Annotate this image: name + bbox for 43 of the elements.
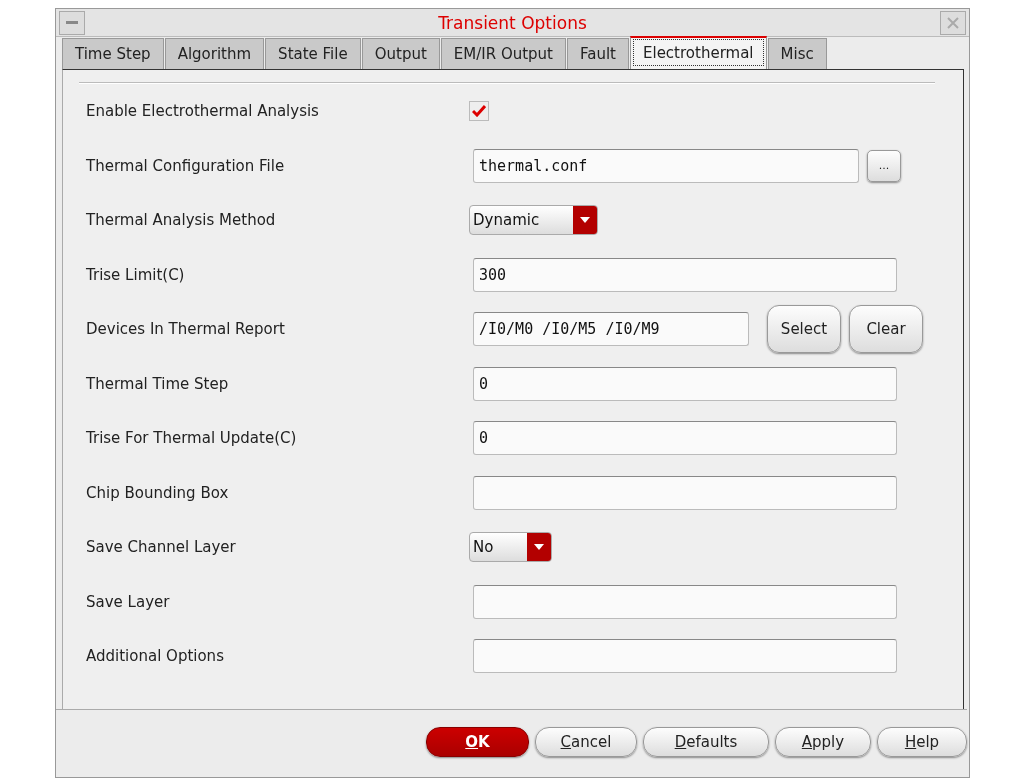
field-label: Devices In Thermal Report [85, 320, 286, 339]
window-title: Transient Options [437, 12, 588, 33]
field-label: Chip Bounding Box [85, 483, 230, 502]
field-label: Trise Limit(C) [85, 265, 186, 284]
text-field[interactable] [473, 584, 897, 619]
checkbox[interactable] [469, 101, 489, 122]
text-field[interactable]: /I0/M0 /I0/M5 /I0/M9 [473, 312, 749, 347]
dropdown[interactable]: Dynamic [469, 205, 598, 236]
tab[interactable]: EM/IR Output [440, 38, 566, 69]
tab[interactable]: Time Step [62, 38, 164, 69]
text-field[interactable]: 0 [473, 366, 897, 401]
field-label: Thermal Configuration File [85, 156, 286, 175]
text-field[interactable]: 300 [473, 257, 897, 292]
dialog-button[interactable]: Select [767, 305, 841, 354]
dropdown[interactable]: No [469, 532, 552, 563]
dialog-button[interactable]: Clear [849, 305, 923, 354]
field-label: Additional Options [85, 647, 225, 666]
tab[interactable]: Electrothermal [630, 36, 767, 69]
dialog-button[interactable]: OK [426, 727, 529, 757]
caret-icon [534, 544, 544, 551]
text-field[interactable]: 0 [473, 421, 897, 456]
tab[interactable]: Fault [567, 38, 629, 69]
tab[interactable]: State File [265, 38, 361, 69]
dialog-button[interactable]: Cancel [535, 727, 637, 757]
dialog-button[interactable]: Apply [775, 727, 871, 757]
field-label: Thermal Time Step [85, 374, 230, 393]
text-field[interactable] [473, 639, 897, 674]
field-label: Save Layer [85, 592, 171, 611]
tab[interactable]: Algorithm [164, 38, 265, 69]
field-label: Thermal Analysis Method [85, 211, 277, 230]
text-field[interactable]: thermal.conf [473, 148, 859, 183]
close-icon[interactable] [940, 10, 966, 35]
text-field[interactable] [473, 475, 897, 510]
browse-button[interactable]: ... [867, 149, 901, 182]
tab[interactable]: Misc [767, 38, 827, 69]
dialog-button[interactable]: Defaults [643, 727, 769, 757]
field-label: Save Channel Layer [85, 538, 237, 557]
dialog-button[interactable]: Help [877, 727, 967, 757]
field-label: Enable Electrothermal Analysis [85, 102, 320, 121]
field-label: Trise For Thermal Update(C) [85, 429, 298, 448]
tab[interactable]: Output [361, 38, 440, 69]
caret-icon [580, 217, 590, 224]
minimize-icon[interactable] [59, 10, 85, 35]
